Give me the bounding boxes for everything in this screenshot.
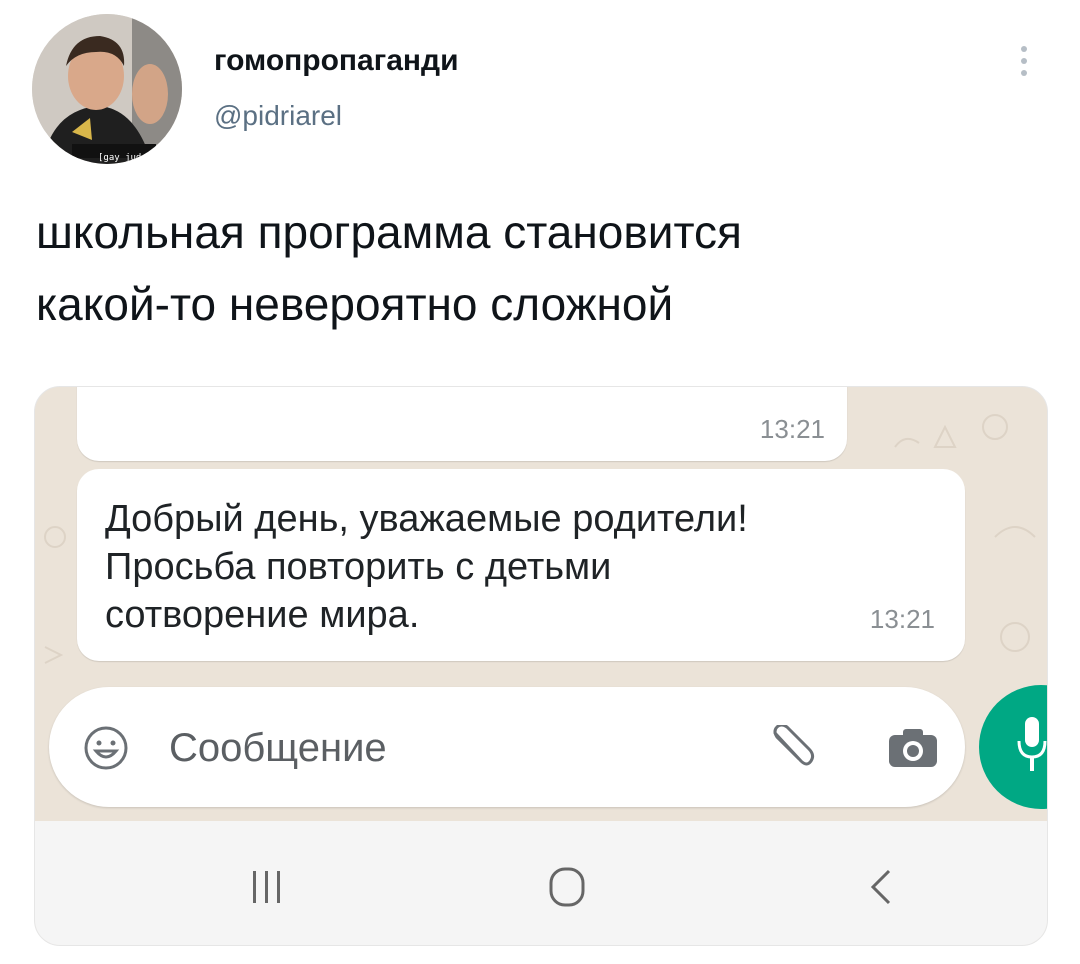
message-bubble[interactable]: Добрый день, уважаемые родители! Просьба… bbox=[77, 469, 965, 661]
avatar-photo bbox=[32, 14, 182, 164]
avatar[interactable]: [gay judgement] bbox=[32, 14, 182, 164]
message-text: Добрый день, уважаемые родители! Просьба… bbox=[105, 495, 905, 639]
display-name[interactable]: гомопропаганди bbox=[214, 44, 459, 78]
home-icon[interactable] bbox=[545, 865, 589, 909]
tweet-text-line: какой-то невероятно сложной bbox=[36, 278, 674, 330]
previous-message-bubble[interactable]: 13:21 bbox=[77, 387, 847, 461]
message-composer bbox=[49, 687, 965, 807]
recents-icon[interactable] bbox=[245, 865, 289, 909]
tweet-header: [gay judgement] гомопропаганди @pidriare… bbox=[0, 0, 1080, 180]
message-time: 13:21 bbox=[869, 604, 935, 634]
vertical-dots-icon bbox=[1021, 46, 1027, 52]
paperclip-icon[interactable] bbox=[767, 725, 817, 771]
message-line: сотворение мира. bbox=[105, 594, 420, 636]
user-handle[interactable]: @pidriarel bbox=[214, 100, 342, 132]
camera-icon[interactable] bbox=[887, 727, 939, 769]
avatar-caption: [gay judgement] bbox=[98, 153, 180, 163]
message-input[interactable] bbox=[167, 715, 711, 781]
back-icon[interactable] bbox=[865, 865, 895, 909]
microphone-icon bbox=[1017, 717, 1047, 771]
emoji-icon[interactable] bbox=[83, 725, 129, 771]
tweet-media-screenshot[interactable]: 13:21 Добрый день, уважаемые родители! П… bbox=[34, 386, 1048, 946]
message-line: Добрый день, уважаемые родители! bbox=[105, 498, 748, 540]
chat-background: 13:21 Добрый день, уважаемые родители! П… bbox=[35, 387, 1047, 821]
tweet-text: школьная программа становится какой-то н… bbox=[36, 196, 1046, 340]
tweet-text-line: школьная программа становится bbox=[36, 206, 742, 258]
more-options-button[interactable] bbox=[1004, 36, 1044, 86]
android-nav-bar bbox=[35, 821, 1047, 945]
message-line: Просьба повторить с детьми bbox=[105, 546, 612, 588]
message-time: 13:21 bbox=[759, 414, 825, 444]
